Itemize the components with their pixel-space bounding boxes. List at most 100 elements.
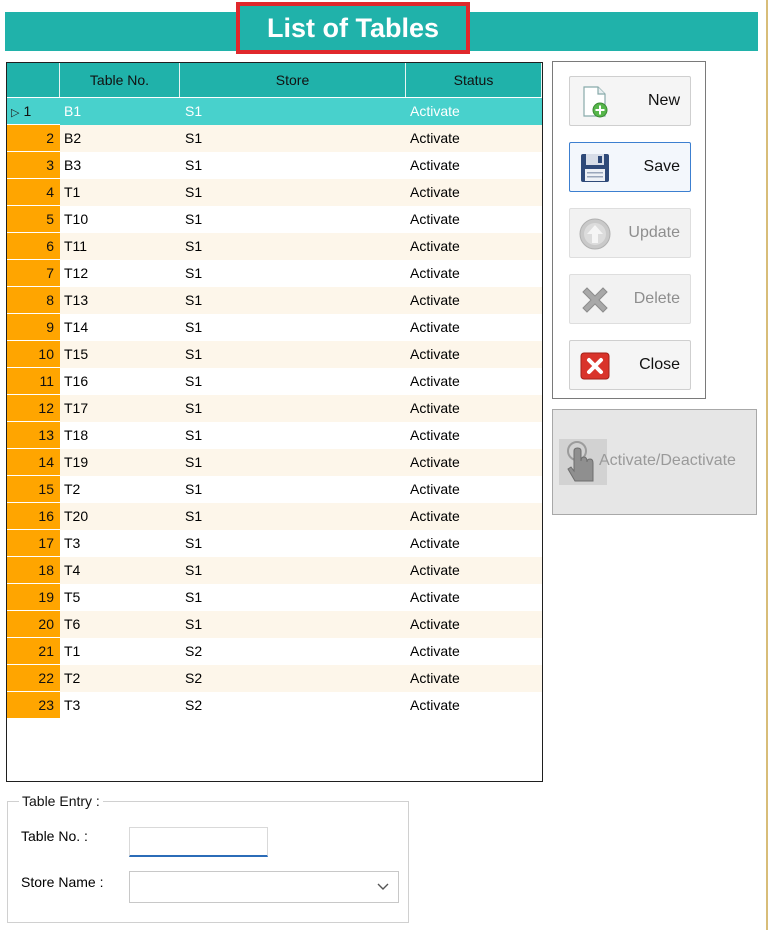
cell-status[interactable]: Activate: [406, 557, 542, 584]
cell-table-no[interactable]: T13: [60, 287, 180, 314]
table-row[interactable]: 16 T20 S1 Activate: [7, 503, 542, 530]
delete-button[interactable]: Delete: [569, 274, 691, 324]
table-row[interactable]: 12 T17 S1 Activate: [7, 395, 542, 422]
table-row[interactable]: 21 T1 S2 Activate: [7, 638, 542, 665]
cell-table-no[interactable]: T11: [60, 233, 180, 260]
cell-store[interactable]: S1: [180, 557, 406, 584]
row-header[interactable]: 22: [7, 665, 60, 692]
cell-table-no[interactable]: B2: [60, 125, 180, 152]
cell-store[interactable]: S1: [180, 611, 406, 638]
cell-table-no[interactable]: T3: [60, 692, 180, 719]
table-row[interactable]: 17 T3 S1 Activate: [7, 530, 542, 557]
store-name-select[interactable]: [129, 871, 399, 903]
cell-table-no[interactable]: T1: [60, 638, 180, 665]
cell-table-no[interactable]: T16: [60, 368, 180, 395]
cell-status[interactable]: Activate: [406, 692, 542, 719]
activate-deactivate-button[interactable]: Activate/Deactivate: [559, 438, 749, 485]
row-header[interactable]: 21: [7, 638, 60, 665]
row-header[interactable]: 20: [7, 611, 60, 638]
cell-store[interactable]: S1: [180, 503, 406, 530]
table-row[interactable]: 6 T11 S1 Activate: [7, 233, 542, 260]
cell-table-no[interactable]: T5: [60, 584, 180, 611]
table-row[interactable]: 20 T6 S1 Activate: [7, 611, 542, 638]
cell-status[interactable]: Activate: [406, 611, 542, 638]
row-header[interactable]: 9: [7, 314, 60, 341]
table-no-input[interactable]: [129, 827, 268, 857]
cell-table-no[interactable]: T18: [60, 422, 180, 449]
row-header[interactable]: 10: [7, 341, 60, 368]
cell-status[interactable]: Activate: [406, 530, 542, 557]
cell-table-no[interactable]: T3: [60, 530, 180, 557]
cell-store[interactable]: S1: [180, 125, 406, 152]
cell-status[interactable]: Activate: [406, 233, 542, 260]
column-header-store[interactable]: Store: [180, 63, 406, 97]
cell-store[interactable]: S1: [180, 314, 406, 341]
cell-store[interactable]: S1: [180, 179, 406, 206]
table-row[interactable]: 11 T16 S1 Activate: [7, 368, 542, 395]
row-header[interactable]: 6: [7, 233, 60, 260]
table-row[interactable]: 8 T13 S1 Activate: [7, 287, 542, 314]
row-header[interactable]: 2: [7, 125, 60, 152]
row-header[interactable]: 13: [7, 422, 60, 449]
table-row[interactable]: 10 T15 S1 Activate: [7, 341, 542, 368]
table-row[interactable]: 2 B2 S1 Activate: [7, 125, 542, 152]
cell-status[interactable]: Activate: [406, 125, 542, 152]
cell-table-no[interactable]: T2: [60, 665, 180, 692]
cell-store[interactable]: S1: [180, 422, 406, 449]
cell-store[interactable]: S1: [180, 152, 406, 179]
cell-table-no[interactable]: T20: [60, 503, 180, 530]
cell-table-no[interactable]: T6: [60, 611, 180, 638]
update-button[interactable]: Update: [569, 208, 691, 258]
row-header[interactable]: 23: [7, 692, 60, 719]
table-row[interactable]: 7 T12 S1 Activate: [7, 260, 542, 287]
table-row[interactable]: 3 B3 S1 Activate: [7, 152, 542, 179]
cell-status[interactable]: Activate: [406, 476, 542, 503]
cell-status[interactable]: Activate: [406, 395, 542, 422]
cell-status[interactable]: Activate: [406, 341, 542, 368]
row-header[interactable]: 18: [7, 557, 60, 584]
row-header[interactable]: 17: [7, 530, 60, 557]
cell-store[interactable]: S1: [180, 530, 406, 557]
cell-store[interactable]: S1: [180, 98, 406, 125]
cell-table-no[interactable]: T2: [60, 476, 180, 503]
row-header[interactable]: 5: [7, 206, 60, 233]
table-row[interactable]: 9 T14 S1 Activate: [7, 314, 542, 341]
cell-table-no[interactable]: B1: [60, 98, 180, 125]
row-header[interactable]: 11: [7, 368, 60, 395]
cell-store[interactable]: S1: [180, 476, 406, 503]
cell-store[interactable]: S1: [180, 206, 406, 233]
cell-table-no[interactable]: T17: [60, 395, 180, 422]
column-header-table-no[interactable]: Table No.: [60, 63, 180, 97]
cell-store[interactable]: S2: [180, 665, 406, 692]
tables-grid[interactable]: Table No. Store Status ▷ 1 B1 S1 Activate 2 B2…: [6, 62, 543, 782]
row-header[interactable]: 15: [7, 476, 60, 503]
cell-status[interactable]: Activate: [406, 206, 542, 233]
table-row[interactable]: 22 T2 S2 Activate: [7, 665, 542, 692]
table-row[interactable]: 19 T5 S1 Activate: [7, 584, 542, 611]
row-header[interactable]: 19: [7, 584, 60, 611]
row-header[interactable]: 3: [7, 152, 60, 179]
table-row[interactable]: 13 T18 S1 Activate: [7, 422, 542, 449]
cell-store[interactable]: S1: [180, 395, 406, 422]
cell-store[interactable]: S1: [180, 287, 406, 314]
table-row[interactable]: 23 T3 S2 Activate: [7, 692, 542, 719]
cell-status[interactable]: Activate: [406, 638, 542, 665]
cell-table-no[interactable]: T15: [60, 341, 180, 368]
cell-table-no[interactable]: T1: [60, 179, 180, 206]
cell-table-no[interactable]: T12: [60, 260, 180, 287]
cell-status[interactable]: Activate: [406, 152, 542, 179]
cell-store[interactable]: S1: [180, 260, 406, 287]
cell-status[interactable]: Activate: [406, 368, 542, 395]
save-button[interactable]: Save: [569, 142, 691, 192]
cell-status[interactable]: Activate: [406, 584, 542, 611]
new-button[interactable]: New: [569, 76, 691, 126]
cell-store[interactable]: S1: [180, 368, 406, 395]
cell-table-no[interactable]: T14: [60, 314, 180, 341]
cell-status[interactable]: Activate: [406, 422, 542, 449]
cell-store[interactable]: S1: [180, 449, 406, 476]
row-header-column[interactable]: [7, 63, 60, 97]
row-header[interactable]: 16: [7, 503, 60, 530]
table-row[interactable]: 4 T1 S1 Activate: [7, 179, 542, 206]
table-row[interactable]: 15 T2 S1 Activate: [7, 476, 542, 503]
cell-store[interactable]: S2: [180, 638, 406, 665]
